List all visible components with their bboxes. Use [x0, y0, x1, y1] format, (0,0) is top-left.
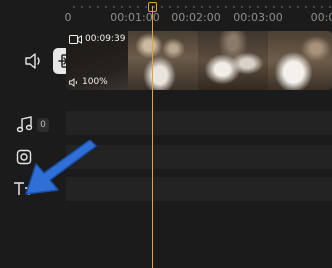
audio-track[interactable] — [66, 111, 332, 135]
playhead-handle[interactable] — [148, 2, 157, 12]
text-track[interactable] — [66, 177, 332, 201]
small-speaker-icon — [69, 77, 77, 87]
clip-info-overlay: 00:09:39 100% — [66, 31, 128, 90]
clip-duration: 00:09:39 — [69, 34, 125, 44]
sticker-track[interactable] — [66, 145, 332, 169]
blue-arrow-icon — [25, 140, 97, 195]
audio-track-count: 0 — [37, 118, 49, 132]
ruler-tick-0: 0 — [64, 11, 72, 24]
ruler-tick-4: 00:0 — [310, 11, 332, 24]
clip-thumbnail — [128, 31, 198, 90]
audio-track-button[interactable] — [14, 114, 36, 136]
clip-volume-text: 100% — [82, 77, 108, 87]
ruler-tick-2: 00:02:00 — [171, 11, 221, 24]
video-track-mute-button[interactable] — [22, 50, 46, 72]
clip-thumbnail — [198, 31, 268, 90]
playhead-line[interactable] — [152, 6, 153, 268]
speaker-icon — [25, 53, 40, 69]
ruler-dots — [70, 6, 332, 8]
video-camera-icon — [69, 34, 82, 44]
clip-volume: 100% — [69, 77, 108, 87]
ruler-tick-3: 00:03:00 — [233, 11, 283, 24]
clip-duration-text: 00:09:39 — [85, 34, 126, 44]
clip-thumbnail — [268, 31, 332, 90]
music-note-icon — [16, 116, 33, 133]
timeline-ruler[interactable]: 0 00:01:00 00:02:00 00:03:00 00:0 — [0, 0, 332, 30]
video-clip[interactable]: 00:09:39 100% — [66, 31, 332, 90]
